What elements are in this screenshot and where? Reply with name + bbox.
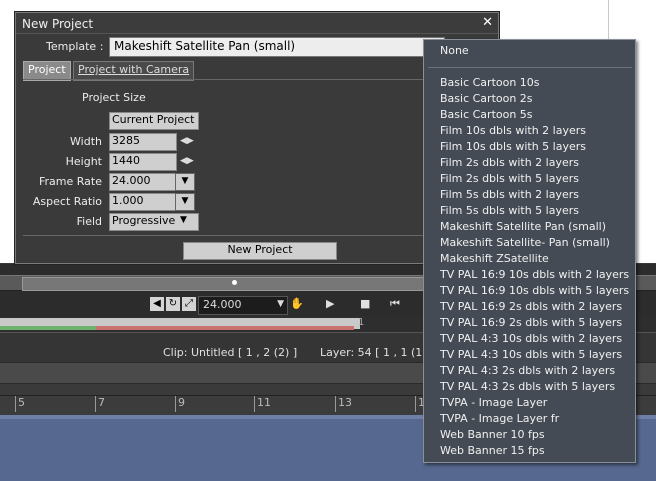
frame-number: 1	[358, 317, 365, 328]
dropdown-item[interactable]: TV PAL 16:9 2s dbls with 5 layers	[440, 315, 636, 331]
dropdown-item[interactable]: TVPA - Image Layer fr	[440, 411, 636, 427]
frame-rate-field[interactable]: 24.000	[109, 173, 177, 191]
tab-project-with-camera[interactable]: Project with Camera	[73, 61, 195, 81]
fps-value: 24.000	[203, 298, 242, 311]
dropdown-item[interactable]: Film 2s dbls with 5 layers	[440, 171, 636, 187]
speaker-icon[interactable]: ◀	[150, 297, 164, 311]
play-icon[interactable]: ▶	[326, 297, 334, 310]
chevron-down-icon[interactable]: ▼	[175, 173, 195, 191]
chevron-down-icon: ▼	[277, 299, 284, 309]
field-order-value: Progressive	[112, 214, 176, 227]
dropdown-item[interactable]: Film 10s dbls with 2 layers	[440, 123, 636, 139]
dropdown-item[interactable]: TV PAL 4:3 2s dbls with 5 layers	[440, 379, 636, 395]
height-field[interactable]: 1440	[109, 153, 177, 171]
dropdown-separator	[428, 67, 632, 68]
dropdown-item[interactable]: TV PAL 4:3 10s dbls with 2 layers	[440, 331, 636, 347]
close-icon[interactable]: ✕	[482, 15, 493, 30]
size-preset-select[interactable]: Current Project	[109, 112, 199, 130]
template-select[interactable]: Makeshift Satellite Pan (small)	[109, 37, 445, 57]
dropdown-item[interactable]: Film 2s dbls with 2 layers	[440, 155, 636, 171]
ruler-tick: 9	[175, 396, 185, 412]
dropdown-item[interactable]: TV PAL 16:9 10s dbls with 5 layers	[440, 283, 636, 299]
ruler-tick: 13	[335, 396, 352, 412]
dropdown-item-none[interactable]: None	[440, 43, 636, 59]
dropdown-item[interactable]: Basic Cartoon 10s	[440, 75, 636, 91]
template-label: Template :	[46, 40, 104, 53]
scrub-range[interactable]	[22, 277, 434, 291]
playback-fps-select[interactable]: 24.000 ▼	[198, 296, 288, 315]
spin-arrows-icon[interactable]: ◀▶	[180, 156, 194, 166]
layer-info: Layer: 54 [ 1 , 1 (1)	[320, 346, 427, 359]
stop-icon[interactable]: ■	[360, 297, 370, 310]
frame-rate-label: Frame Rate	[39, 175, 102, 188]
width-field[interactable]: 3285	[109, 133, 177, 151]
dialog-titlebar[interactable]: New Project ✕	[16, 13, 498, 34]
field-label: Field	[76, 215, 102, 228]
dropdown-item[interactable]: Basic Cartoon 2s	[440, 91, 636, 107]
dropdown-item[interactable]: TV PAL 16:9 2s dbls with 2 layers	[440, 299, 636, 315]
project-size-label: Project Size	[82, 91, 146, 104]
dropdown-item[interactable]: TV PAL 4:3 10s dbls with 5 layers	[440, 347, 636, 363]
aspect-ratio-field[interactable]: 1.000	[109, 193, 177, 211]
progress-fill	[0, 326, 96, 330]
rewind-icon[interactable]: ⏮	[390, 297, 400, 311]
template-dropdown-list: None Basic Cartoon 10s Basic Cartoon 2s Ba…	[423, 39, 636, 463]
clip-info: Clip: Untitled [ 1 , 2 (2) ]	[163, 346, 298, 359]
ruler-tick: 5	[15, 396, 25, 412]
dropdown-item[interactable]: TV PAL 16:9 10s dbls with 2 layers	[440, 267, 636, 283]
dropdown-item[interactable]: Film 10s dbls with 5 layers	[440, 139, 636, 155]
dropdown-item[interactable]: Film 5s dbls with 5 layers	[440, 203, 636, 219]
height-label: Height	[65, 155, 102, 168]
aspect-ratio-label: Aspect Ratio	[32, 195, 102, 208]
ruler-tick: 11	[254, 396, 271, 412]
chevron-down-icon: ▼	[180, 215, 187, 225]
dropdown-item[interactable]: Makeshift Satellite Pan (small)	[440, 219, 636, 235]
dropdown-item[interactable]: TVPA - Image Layer	[440, 395, 636, 411]
width-label: Width	[70, 135, 102, 148]
dropdown-item[interactable]: Makeshift Satellite- Pan (small)	[440, 235, 636, 251]
playhead-marker[interactable]	[232, 280, 237, 285]
sync-icon[interactable]: ⤢	[182, 297, 196, 311]
dropdown-item[interactable]: Web Banner 10 fps	[440, 427, 636, 443]
dropdown-item[interactable]: TV PAL 4:3 2s dbls with 2 layers	[440, 363, 636, 379]
dropdown-item[interactable]: Web Banner 15 fps	[440, 443, 636, 459]
spin-arrows-icon[interactable]: ◀▶	[180, 136, 194, 146]
dropdown-item[interactable]: Basic Cartoon 5s	[440, 107, 636, 123]
dropdown-item[interactable]: Makeshift ZSatellite	[440, 251, 636, 267]
dialog-title: New Project	[22, 17, 94, 31]
dropdown-item[interactable]: Film 5s dbls with 2 layers	[440, 187, 636, 203]
chevron-down-icon[interactable]: ▼	[175, 193, 195, 211]
tab-project[interactable]: Project	[23, 61, 71, 81]
loop-icon[interactable]: ↻	[166, 297, 180, 311]
ruler-tick: 7	[95, 396, 105, 412]
new-project-button[interactable]: New Project	[183, 242, 337, 260]
hand-icon[interactable]: ✋	[290, 297, 304, 310]
